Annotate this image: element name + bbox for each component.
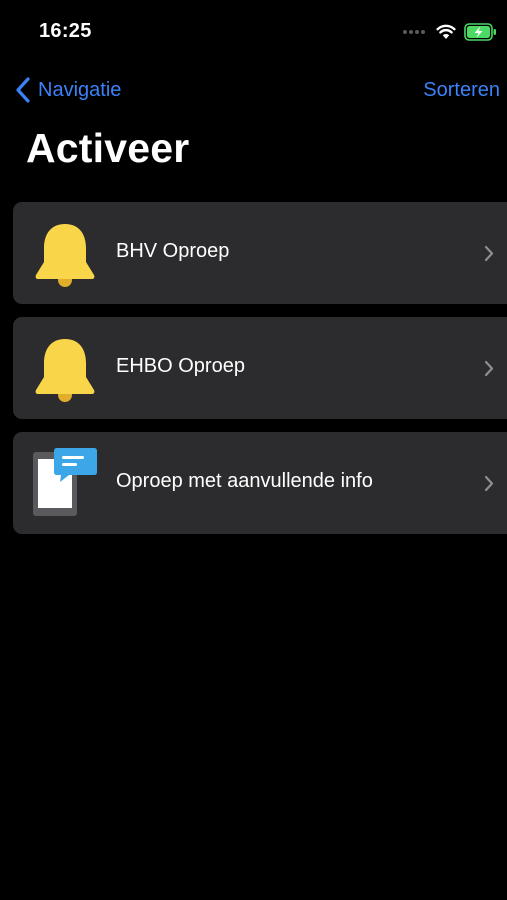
message-phone-icon <box>33 448 97 516</box>
chevron-right-icon <box>484 475 494 492</box>
bell-icon <box>35 339 95 402</box>
back-button[interactable]: Navigatie <box>14 76 121 104</box>
list-item-label: EHBO Oproep <box>116 355 245 377</box>
navigation-bar: Navigatie Sorteren <box>0 70 507 110</box>
chevron-left-icon <box>16 77 30 103</box>
list-item-label: Oproep met aanvullende info <box>116 470 373 492</box>
list-item-ehbo-oproep[interactable]: EHBO Oproep <box>13 317 507 419</box>
list-item-oproep-met-aanvullende-info[interactable]: Oproep met aanvullende info <box>13 432 507 534</box>
wifi-icon <box>436 24 456 39</box>
list-item-bhv-oproep[interactable]: BHV Oproep <box>13 202 507 304</box>
sort-button[interactable]: Sorteren <box>423 79 500 102</box>
status-icons <box>403 22 497 42</box>
alert-list: BHV Oproep EHBO Oproep Oproep met aanvul… <box>13 202 507 547</box>
page-title: Activeer <box>26 125 190 171</box>
chevron-right-icon <box>484 245 494 262</box>
bell-icon <box>35 224 95 287</box>
chevron-right-icon <box>484 360 494 377</box>
status-bar: 16:25 <box>0 0 507 60</box>
cellular-signal-icon <box>403 30 427 34</box>
back-button-label: Navigatie <box>38 78 122 101</box>
list-item-label: BHV Oproep <box>116 240 230 262</box>
status-time: 16:25 <box>39 20 92 42</box>
battery-charging-icon <box>464 23 496 41</box>
